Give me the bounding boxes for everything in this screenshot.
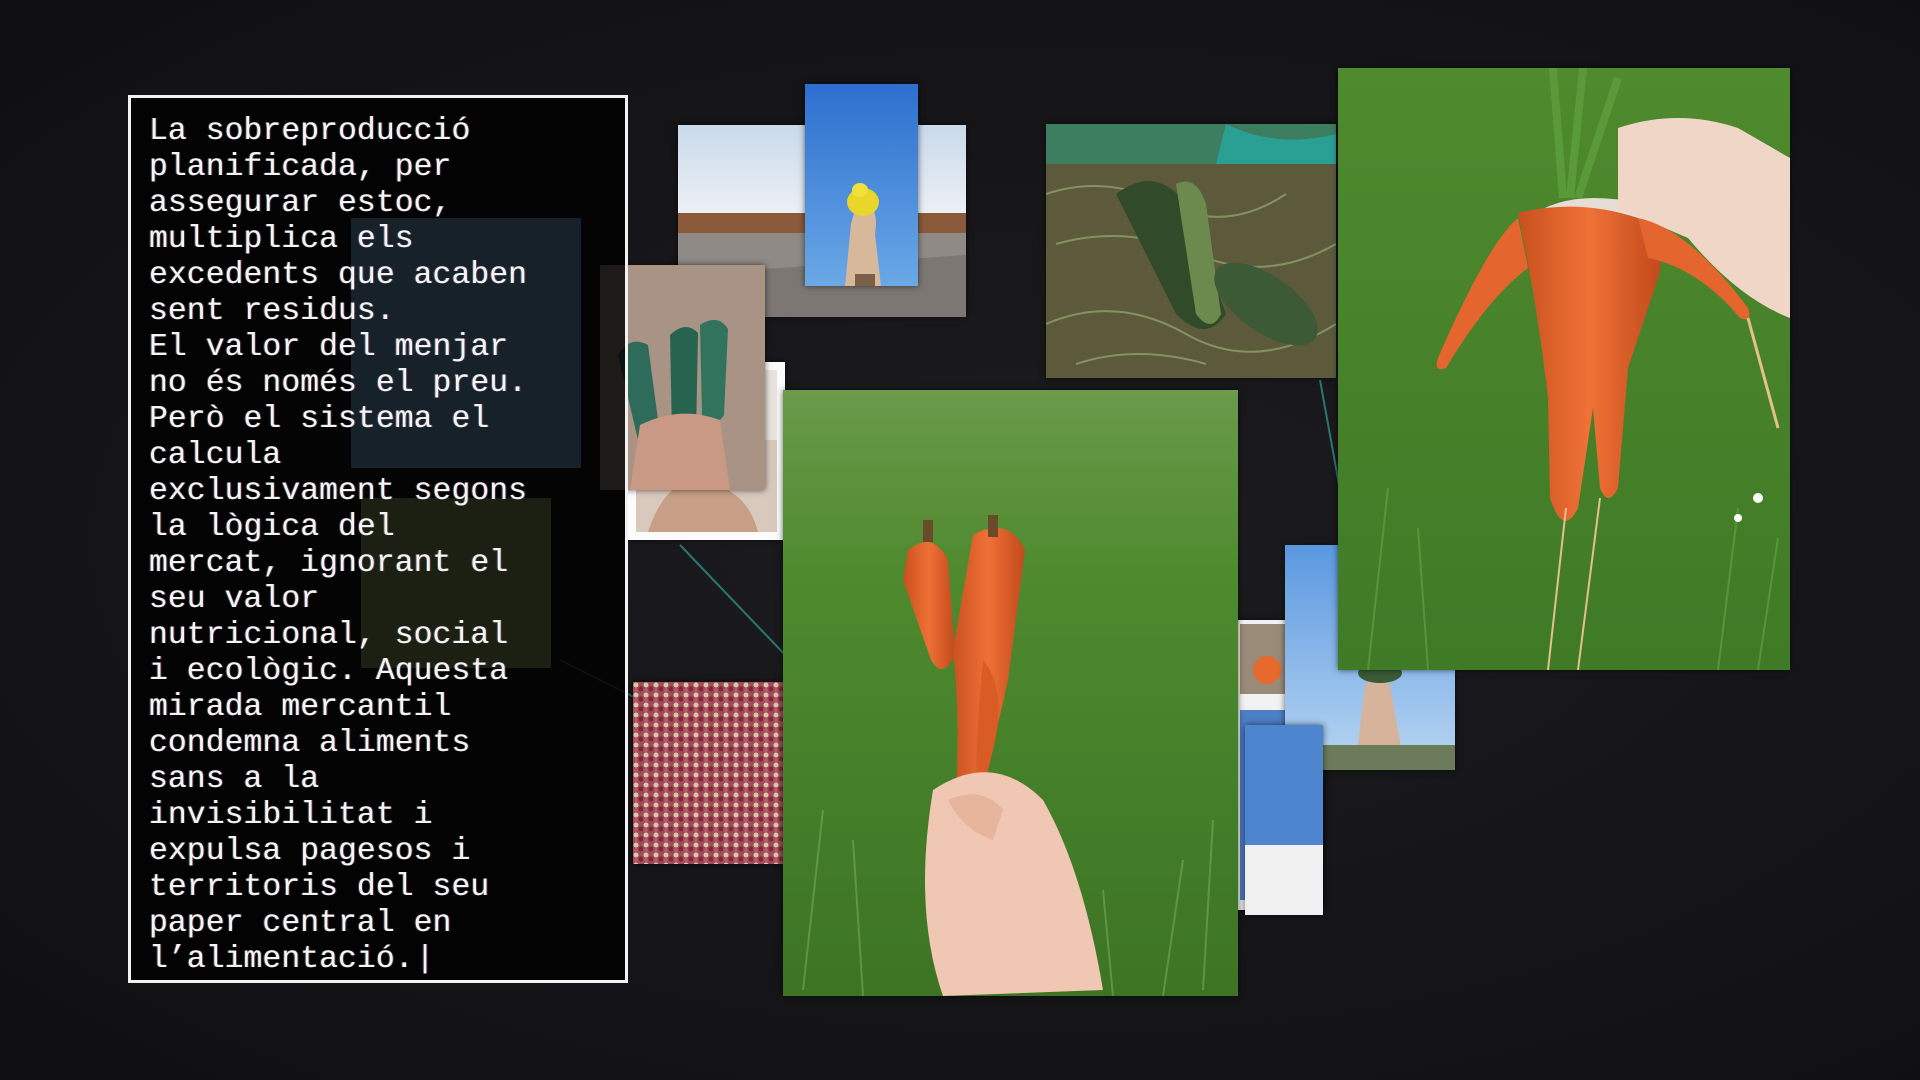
narrative-text-panel: La sobreproducció planificada, per asseg… bbox=[128, 95, 628, 983]
narrative-line: i ecològic. Aquesta bbox=[149, 654, 509, 689]
narrative-line: no és només el preu. bbox=[149, 366, 528, 401]
narrative-line: excedents que acaben bbox=[149, 258, 528, 293]
narrative-line: sent residus. bbox=[149, 294, 395, 329]
narrative-line: Però el sistema el bbox=[149, 402, 490, 437]
photo-twisted-carrot bbox=[783, 390, 1238, 996]
narrative-line: multiplica els bbox=[149, 222, 414, 257]
narrative-line: mercat, ignorant el bbox=[149, 546, 509, 581]
connector-line bbox=[1319, 379, 1341, 491]
narrative-text: La sobreproducció planificada, per asseg… bbox=[149, 114, 611, 978]
connector-line bbox=[679, 544, 791, 661]
text-cursor: | bbox=[415, 942, 435, 977]
photo-yellow-fruit-held-up bbox=[805, 84, 918, 286]
narrative-line: invisibilitat i bbox=[149, 798, 433, 833]
narrative-line: mirada mercantil bbox=[149, 690, 452, 725]
narrative-line: exclusivament segons bbox=[149, 474, 528, 509]
narrative-line: territoris del seu bbox=[149, 870, 490, 905]
video-frame: La sobreproducció planificada, per asseg… bbox=[0, 0, 1920, 1080]
narrative-line: la lògica del bbox=[149, 510, 395, 545]
photo-beans-pile bbox=[633, 682, 783, 864]
narrative-line: calcula bbox=[149, 438, 282, 473]
narrative-line: La sobreproducció bbox=[149, 114, 471, 149]
narrative-line: El valor del menjar bbox=[149, 330, 509, 365]
photo-forked-carrot bbox=[1338, 68, 1790, 670]
photo-zucchini-on-ground bbox=[1046, 124, 1336, 378]
narrative-line: l’alimentació. bbox=[149, 942, 414, 977]
narrative-line: seu valor bbox=[149, 582, 320, 617]
narrative-line: planificada, per bbox=[149, 150, 452, 185]
photo-small-sky bbox=[1245, 725, 1323, 915]
narrative-line: sans a la bbox=[149, 762, 320, 797]
narrative-line: assegurar estoc, bbox=[149, 186, 452, 221]
narrative-line: paper central en bbox=[149, 906, 452, 941]
narrative-line: nutricional, social bbox=[149, 618, 509, 653]
narrative-line: condemna aliments bbox=[149, 726, 471, 761]
narrative-line: expulsa pagesos i bbox=[149, 834, 471, 869]
